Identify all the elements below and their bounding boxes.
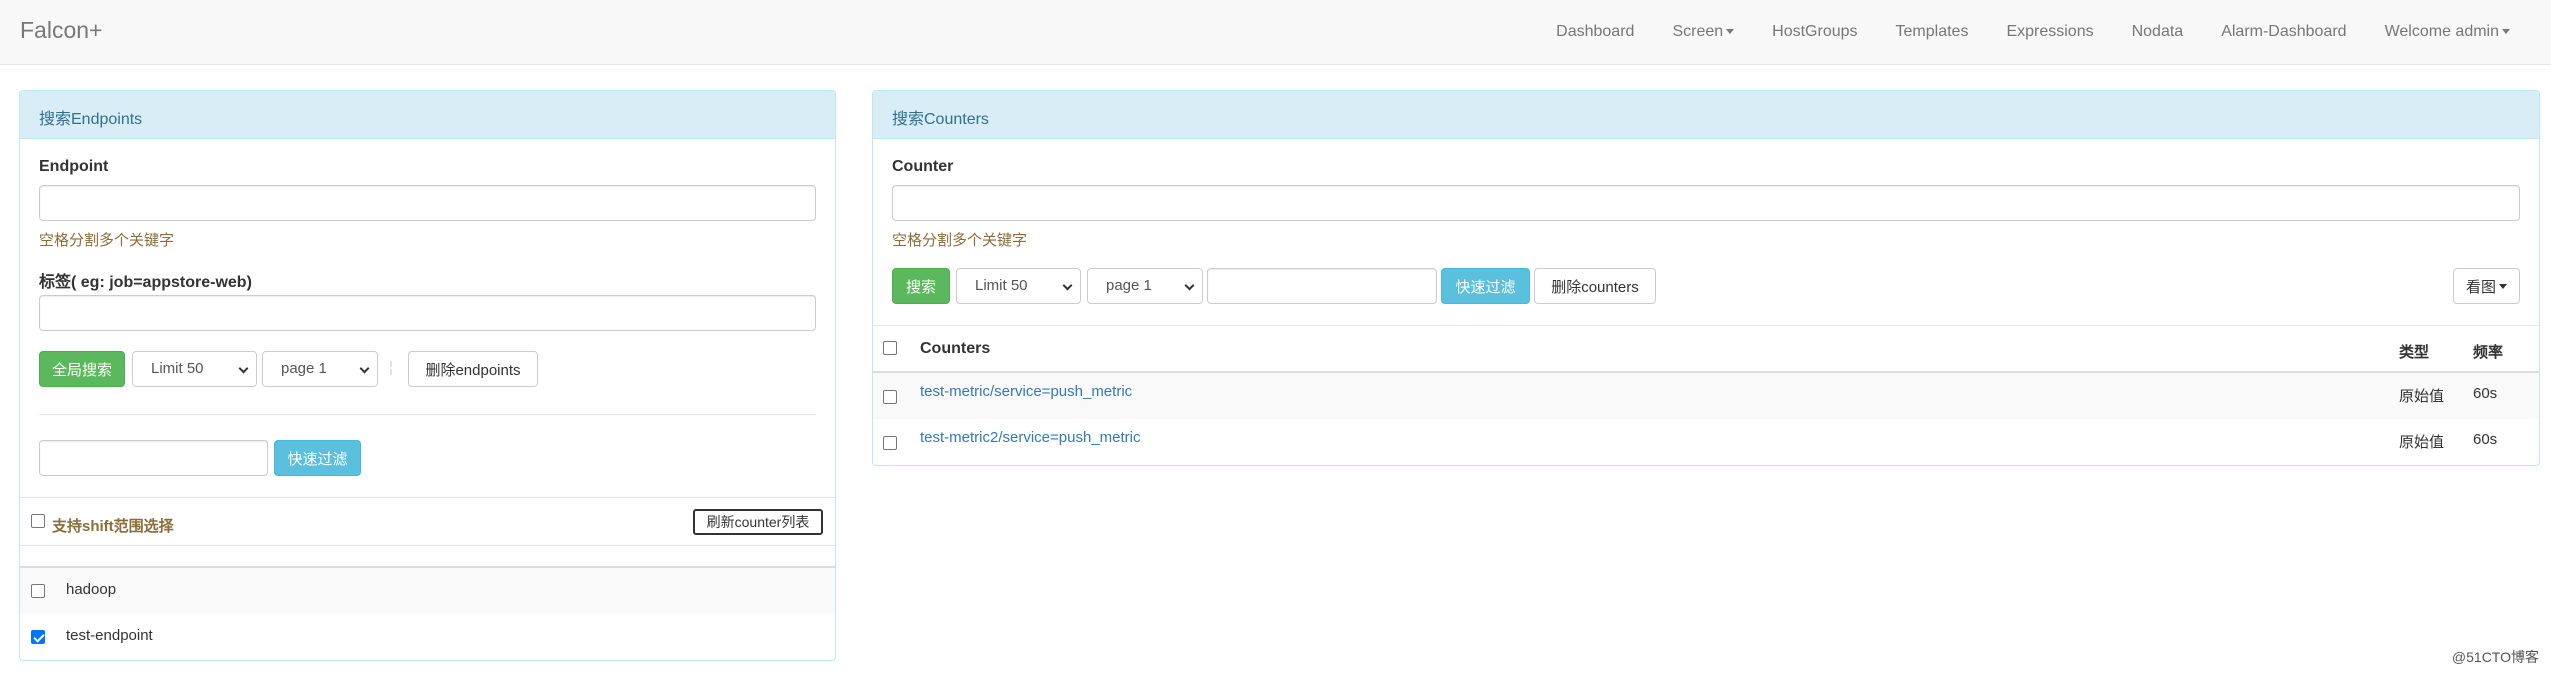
caret-down-icon <box>1726 29 1735 35</box>
nav-alarm-dashboard[interactable]: Alarm-Dashboard <box>2202 23 2365 41</box>
counter-type: 原始值 <box>2399 388 2445 405</box>
top-navbar: Falcon+ Dashboard Screen HostGroups Temp… <box>0 0 2551 65</box>
delete-counters-button[interactable]: 删除counters <box>1534 268 1656 304</box>
refresh-counter-list-button[interactable]: 刷新counter列表 <box>693 509 823 535</box>
main-nav: Dashboard Screen HostGroups Templates Ex… <box>1537 0 2529 64</box>
chevron-down-icon <box>1062 280 1073 291</box>
nav-dashboard[interactable]: Dashboard <box>1537 23 1653 41</box>
counter-checkbox[interactable] <box>883 436 897 450</box>
global-search-button[interactable]: 全局搜索 <box>39 351 125 387</box>
counter-frequency: 60s <box>2473 385 2498 402</box>
brand-logo[interactable]: Falcon+ <box>20 17 102 44</box>
counter-search-input[interactable] <box>892 185 2520 221</box>
endpoints-panel-title: 搜索Endpoints <box>20 91 835 139</box>
tag-search-input[interactable] <box>39 295 816 331</box>
endpoint-limit-select[interactable]: Limit 50 <box>132 351 257 387</box>
counter-type: 原始值 <box>2399 434 2445 451</box>
counter-quick-filter-button[interactable]: 快速过滤 <box>1441 268 1530 304</box>
delete-endpoints-button[interactable]: 删除endpoints <box>408 351 538 387</box>
shift-select-checkbox[interactable] <box>31 514 45 528</box>
nav-nodata[interactable]: Nodata <box>2113 23 2203 41</box>
chevron-down-icon <box>359 363 370 374</box>
tag-label: 标签( eg: job=appstore-web) <box>39 274 252 291</box>
counters-column-header[interactable]: Counters <box>920 340 990 358</box>
counter-label: Counter <box>892 158 954 175</box>
endpoint-page-select[interactable]: page 1 <box>262 351 378 387</box>
divider <box>873 325 2539 326</box>
toolbar-separator: ¦ <box>389 359 393 376</box>
watermark: @51CTO博客 <box>2451 649 2539 665</box>
caret-down-icon <box>2502 29 2510 35</box>
endpoint-search-input[interactable] <box>39 185 816 221</box>
nav-hostgroups[interactable]: HostGroups <box>1753 23 1876 41</box>
view-graph-button[interactable]: 看图 <box>2453 268 2520 304</box>
endpoint-name: test-endpoint <box>66 627 153 644</box>
endpoint-label: Endpoint <box>39 158 109 175</box>
shift-select-label: 支持shift范围选择 <box>52 518 174 535</box>
nav-expressions[interactable]: Expressions <box>1987 23 2112 41</box>
counter-search-button[interactable]: 搜索 <box>892 268 950 304</box>
endpoint-row[interactable]: hadoop <box>20 568 835 614</box>
counter-limit-select[interactable]: Limit 50 <box>956 268 1081 304</box>
counters-panel-title: 搜索Counters <box>873 91 2539 139</box>
endpoint-row[interactable]: test-endpoint <box>20 614 835 660</box>
nav-templates[interactable]: Templates <box>1877 23 1988 41</box>
counter-frequency: 60s <box>2473 431 2498 448</box>
nav-user-menu[interactable]: Welcome admin <box>2366 23 2529 41</box>
divider <box>39 414 816 415</box>
endpoint-filter-input[interactable] <box>39 440 268 476</box>
type-column-header: 类型 <box>2399 344 2430 361</box>
counter-checkbox[interactable] <box>883 390 897 404</box>
counters-panel: 搜索Counters Counter 空格分割多个关键字 搜索 Limit 50… <box>872 90 2540 466</box>
endpoints-panel: 搜索Endpoints Endpoint 空格分割多个关键字 标签( eg: j… <box>19 90 836 661</box>
frequency-column-header: 频率 <box>2473 344 2504 361</box>
chevron-down-icon <box>238 363 249 374</box>
nav-screen[interactable]: Screen <box>1653 23 1753 41</box>
counter-name-link[interactable]: test-metric/service=push_metric <box>920 383 1132 400</box>
counter-help-text: 空格分割多个关键字 <box>892 232 1028 249</box>
divider <box>20 497 835 498</box>
endpoint-help-text: 空格分割多个关键字 <box>39 232 175 249</box>
counter-page-select[interactable]: page 1 <box>1087 268 1203 304</box>
endpoint-name: hadoop <box>66 581 117 598</box>
divider <box>20 545 835 546</box>
counter-row[interactable]: test-metric/service=push_metric 原始值 60s <box>873 373 2539 419</box>
endpoint-checkbox[interactable] <box>31 584 45 598</box>
chevron-down-icon <box>1184 280 1195 291</box>
select-all-counters-checkbox[interactable] <box>883 341 897 355</box>
counter-name-link[interactable]: test-metric2/service=push_metric <box>920 429 1141 446</box>
counter-filter-input[interactable] <box>1207 268 1437 304</box>
endpoint-checkbox[interactable] <box>31 630 45 644</box>
counter-row[interactable]: test-metric2/service=push_metric 原始值 60s <box>873 419 2539 465</box>
caret-down-icon <box>2499 283 2507 289</box>
endpoint-quick-filter-button[interactable]: 快速过滤 <box>274 440 361 476</box>
